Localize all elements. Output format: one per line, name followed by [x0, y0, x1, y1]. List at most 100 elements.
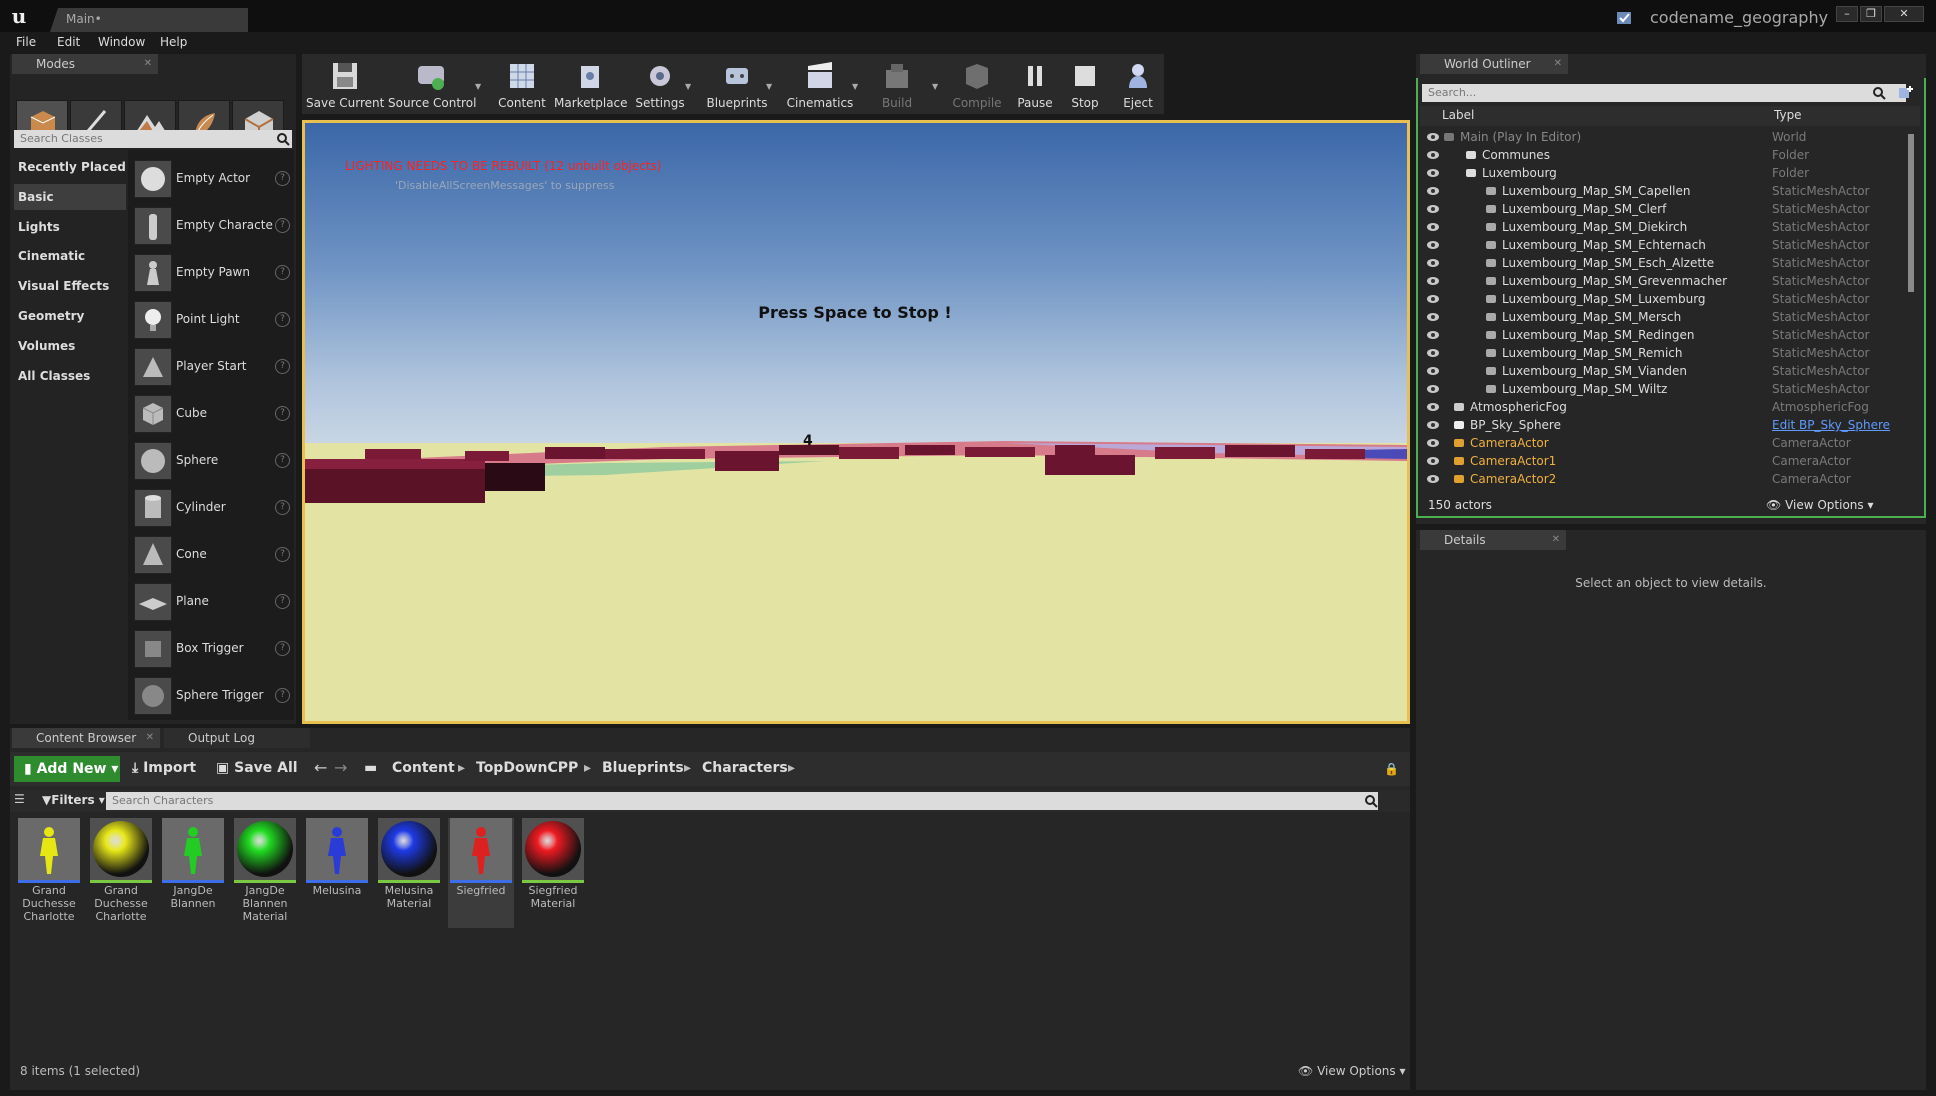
add-new-button[interactable]: ▮ Add New ▾: [14, 756, 120, 782]
lock-icon[interactable]: 🔒: [1384, 762, 1399, 776]
place-cylinder[interactable]: Cylinder?: [134, 487, 294, 527]
eye-icon[interactable]: [1426, 203, 1440, 215]
category-lights[interactable]: Lights: [14, 214, 126, 240]
asset-tile[interactable]: JangDe Blannen: [160, 818, 226, 928]
search-characters-input[interactable]: Search Characters: [106, 792, 1378, 810]
breadcrumb-topdowncpp[interactable]: TopDownCPP: [476, 760, 578, 776]
help-icon[interactable]: ?: [275, 547, 290, 562]
help-icon[interactable]: ?: [275, 688, 290, 703]
place-player-start[interactable]: Player Start?: [134, 346, 294, 386]
help-icon[interactable]: ?: [275, 359, 290, 374]
close-icon[interactable]: ✕: [144, 54, 152, 74]
tab-world-outliner[interactable]: World Outliner ✕: [1420, 54, 1568, 74]
outliner-row[interactable]: Luxembourg_Map_SM_Redingen StaticMeshActo…: [1420, 326, 1916, 344]
place-empty-pawn[interactable]: Empty Pawn?: [134, 252, 294, 292]
category-all-classes[interactable]: All Classes: [14, 363, 126, 389]
eye-icon[interactable]: [1426, 167, 1440, 179]
outliner-row[interactable]: BP_Sky_Sphere Edit BP_Sky_Sphere: [1420, 416, 1916, 434]
close-icon[interactable]: ✕: [1554, 54, 1562, 74]
place-plane[interactable]: Plane?: [134, 581, 294, 621]
breadcrumb-blueprints[interactable]: Blueprints: [602, 760, 684, 776]
outliner-row-type[interactable]: Edit BP_Sky_Sphere: [1772, 416, 1890, 434]
eye-icon[interactable]: [1426, 131, 1440, 143]
place-empty-actor[interactable]: Empty Actor?: [134, 158, 294, 198]
outliner-row[interactable]: Luxembourg_Map_SM_Echternach StaticMeshAc…: [1420, 236, 1916, 254]
save-current-button[interactable]: Save Current: [306, 54, 384, 114]
tab-details[interactable]: Details ✕: [1420, 530, 1566, 550]
outliner-row[interactable]: Communes Folder: [1420, 146, 1916, 164]
breadcrumb-content[interactable]: Content: [392, 760, 455, 776]
close-icon[interactable]: ✕: [146, 728, 154, 748]
category-geometry[interactable]: Geometry: [14, 303, 126, 329]
help-icon[interactable]: ?: [275, 312, 290, 327]
place-empty-character[interactable]: Empty Characte?: [134, 205, 294, 245]
help-icon[interactable]: ?: [275, 453, 290, 468]
eye-icon[interactable]: [1426, 185, 1440, 197]
chevron-down-icon[interactable]: ▼: [475, 82, 485, 92]
place-sphere[interactable]: Sphere?: [134, 440, 294, 480]
sources-toggle-icon[interactable]: ☰: [14, 792, 25, 806]
blueprints-button[interactable]: Blueprints: [702, 54, 772, 114]
outliner-row[interactable]: Luxembourg Folder: [1420, 164, 1916, 182]
eye-icon[interactable]: [1426, 257, 1440, 269]
menu-file[interactable]: File: [16, 32, 36, 52]
forward-arrow-icon[interactable]: →: [334, 758, 347, 777]
menu-window[interactable]: Window: [98, 32, 145, 52]
outliner-row[interactable]: Luxembourg_Map_SM_Luxemburg StaticMeshAct…: [1420, 290, 1916, 308]
source-control-button[interactable]: Source Control: [388, 54, 476, 114]
outliner-row[interactable]: Luxembourg_Map_SM_Wiltz StaticMeshActor: [1420, 380, 1916, 398]
eye-icon[interactable]: [1426, 473, 1440, 485]
stop-button[interactable]: Stop: [1062, 54, 1108, 114]
eject-button[interactable]: Eject: [1112, 54, 1164, 114]
help-icon[interactable]: ?: [275, 171, 290, 186]
help-icon[interactable]: ?: [275, 594, 290, 609]
eye-icon[interactable]: [1426, 221, 1440, 233]
eye-icon[interactable]: [1426, 383, 1440, 395]
search-classes-input[interactable]: Search Classes: [14, 130, 292, 148]
chevron-down-icon[interactable]: ▼: [852, 82, 862, 92]
place-cube[interactable]: Cube?: [134, 393, 294, 433]
build-button[interactable]: Build: [870, 54, 924, 114]
place-cone[interactable]: Cone?: [134, 534, 294, 574]
asset-tile[interactable]: Melusina Material: [376, 818, 442, 928]
outliner-row[interactable]: Luxembourg_Map_SM_Clerf StaticMeshActor: [1420, 200, 1916, 218]
outliner-row[interactable]: Luxembourg_Map_SM_Mersch StaticMeshActor: [1420, 308, 1916, 326]
column-type[interactable]: Type: [1774, 108, 1802, 122]
eye-icon[interactable]: [1426, 347, 1440, 359]
view-options-button[interactable]: 👁 View Options ▾: [1298, 1064, 1406, 1078]
breadcrumb-characters[interactable]: Characters: [702, 760, 788, 776]
close-button[interactable]: ✕: [1884, 6, 1924, 22]
settings-button[interactable]: Settings: [630, 54, 690, 114]
eye-icon[interactable]: [1426, 365, 1440, 377]
outliner-row[interactable]: AtmosphericFog AtmosphericFog: [1420, 398, 1916, 416]
level-viewport[interactable]: LIGHTING NEEDS TO BE REBUILT (12 unbuilt…: [302, 120, 1410, 724]
place-sphere-trigger[interactable]: Sphere Trigger?: [134, 675, 294, 715]
eye-icon[interactable]: [1426, 311, 1440, 323]
outliner-row[interactable]: Luxembourg_Map_SM_Diekirch StaticMeshActo…: [1420, 218, 1916, 236]
eye-icon[interactable]: [1426, 419, 1440, 431]
add-actor-icon[interactable]: [1898, 84, 1914, 100]
eye-icon[interactable]: [1426, 239, 1440, 251]
asset-tile[interactable]: JangDe Blannen Material: [232, 818, 298, 928]
help-icon[interactable]: ?: [275, 218, 290, 233]
search-icon[interactable]: [276, 132, 290, 146]
save-all-button[interactable]: ▣ Save All: [216, 760, 298, 776]
help-icon[interactable]: ?: [275, 265, 290, 280]
chevron-down-icon[interactable]: ▼: [766, 82, 776, 92]
menu-edit[interactable]: Edit: [57, 32, 80, 52]
outliner-row[interactable]: Luxembourg_Map_SM_Esch_Alzette StaticMesh…: [1420, 254, 1916, 272]
level-tab[interactable]: Main•: [50, 8, 248, 32]
cinematics-button[interactable]: Cinematics: [782, 54, 858, 114]
outliner-row[interactable]: Main (Play In Editor) World: [1420, 128, 1916, 146]
category-basic[interactable]: Basic: [14, 184, 126, 210]
search-icon[interactable]: [1872, 86, 1886, 100]
outliner-search-input[interactable]: Search...: [1422, 84, 1906, 102]
eye-icon[interactable]: [1426, 437, 1440, 449]
compile-button[interactable]: Compile: [948, 54, 1006, 114]
place-point-light[interactable]: Point Light?: [134, 299, 294, 339]
marketplace-button[interactable]: Marketplace: [554, 54, 628, 114]
asset-tile[interactable]: Siegfried: [448, 818, 514, 928]
eye-icon[interactable]: [1426, 455, 1440, 467]
asset-tile[interactable]: Melusina: [304, 818, 370, 928]
eye-icon[interactable]: [1426, 329, 1440, 341]
